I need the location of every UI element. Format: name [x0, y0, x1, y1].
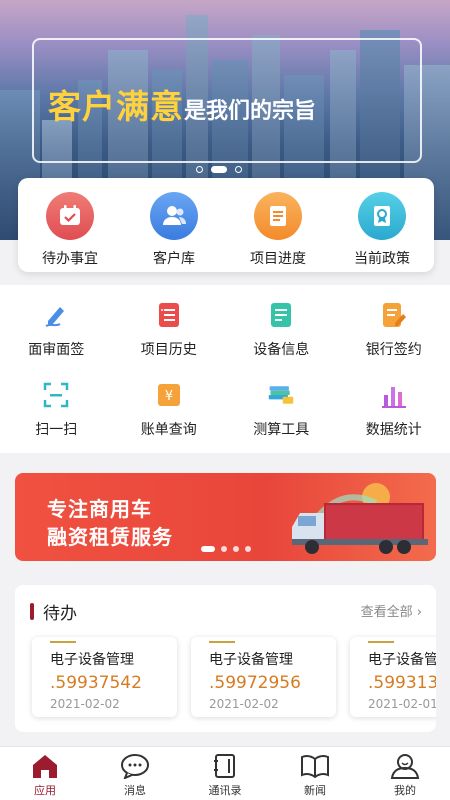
- carousel-dot-active[interactable]: [211, 166, 227, 173]
- tab-label: 新闻: [304, 784, 326, 797]
- todo-card[interactable]: 电子设备管理 .59972956 2021-02-02: [191, 637, 336, 717]
- todo-card-number: .599313: [368, 673, 436, 693]
- chevron-right-icon: ›: [416, 605, 422, 620]
- slogan-highlight: 客户满意: [48, 87, 184, 126]
- todo-card-number: .59937542: [50, 673, 142, 693]
- grid-item-label: 面审面签: [28, 342, 85, 358]
- bottom-tab-bar: 应用 消息 通讯录 新闻 我的: [0, 746, 450, 800]
- calendar-check-icon: [46, 192, 94, 240]
- grid-item-label: 测算工具: [253, 422, 310, 438]
- tab-profile[interactable]: 我的: [360, 747, 450, 800]
- quick-item-customers[interactable]: 客户库: [122, 178, 226, 272]
- promo-banner[interactable]: 专注商用车 融资租赁服务: [15, 473, 436, 561]
- grid-item-label: 账单查询: [140, 422, 197, 438]
- todo-card-name: 电子设备管理: [50, 652, 134, 668]
- history-list-icon: [155, 301, 183, 329]
- promo-carousel-dots[interactable]: [201, 546, 251, 552]
- carousel-dot[interactable]: [235, 166, 242, 173]
- carousel-dot[interactable]: [196, 166, 203, 173]
- grid-item-project-history[interactable]: 项目历史: [113, 285, 226, 365]
- view-all-label: 查看全部: [360, 605, 413, 620]
- quick-item-label: 待办事宜: [42, 251, 98, 267]
- quick-item-label: 项目进度: [250, 251, 306, 267]
- news-book-icon: [301, 754, 329, 779]
- quick-item-label: 当前政策: [354, 251, 410, 267]
- bill-query-icon: ¥: [155, 381, 183, 409]
- section-accent-bar: [30, 603, 34, 620]
- view-all-link[interactable]: 查看全部 ›: [361, 601, 422, 620]
- grid-item-label: 银行签约: [365, 342, 422, 358]
- feature-grid: 面审面签 项目历史 设备信息 银行签约 扫一扫 ¥ 账单查询 测算工具 数据统计: [0, 285, 450, 453]
- contacts-book-icon: [214, 754, 235, 778]
- todo-card-name: 电子设备管理: [209, 652, 293, 668]
- todo-card[interactable]: 电子设备管理 .599313 2021-02-01: [350, 637, 436, 717]
- tab-messages[interactable]: 消息: [90, 747, 180, 800]
- document-list-icon: [254, 192, 302, 240]
- promo-line-2: 融资租赁服务: [47, 525, 173, 549]
- tab-label: 通讯录: [208, 784, 242, 797]
- grid-item-interview-sign[interactable]: 面审面签: [0, 285, 113, 365]
- tab-label: 我的: [394, 784, 416, 797]
- tab-news[interactable]: 新闻: [270, 747, 360, 800]
- promo-line-1: 专注商用车: [47, 497, 152, 521]
- grid-item-device-info[interactable]: 设备信息: [225, 285, 338, 365]
- card-accent: [368, 641, 394, 643]
- todo-section: 待办 查看全部 › 电子设备管理 .59937542 2021-02-02 电子…: [15, 585, 436, 732]
- todo-title: 待办: [43, 604, 77, 624]
- calculator-books-icon: [267, 381, 295, 409]
- quick-item-progress[interactable]: 项目进度: [226, 178, 330, 272]
- quick-item-todo[interactable]: 待办事宜: [18, 178, 122, 272]
- tab-contacts[interactable]: 通讯录: [180, 747, 270, 800]
- todo-card-date: 2021-02-02: [50, 697, 120, 711]
- grid-item-calc-tools[interactable]: 测算工具: [225, 365, 338, 445]
- card-accent: [209, 641, 235, 643]
- pen-sign-icon: [42, 301, 70, 329]
- hero-carousel-dots[interactable]: [196, 166, 242, 173]
- grid-item-label: 设备信息: [253, 342, 310, 358]
- bank-sign-icon: [380, 301, 408, 329]
- users-icon: [150, 192, 198, 240]
- grid-item-bank-sign[interactable]: 银行签约: [338, 285, 450, 365]
- todo-card-date: 2021-02-02: [209, 697, 279, 711]
- tab-label: 应用: [34, 784, 56, 797]
- scan-icon: [42, 381, 70, 409]
- grid-item-scan[interactable]: 扫一扫: [0, 365, 113, 445]
- chat-icon: [121, 754, 149, 779]
- profile-icon: [390, 754, 420, 779]
- todo-card-number: .59972956: [209, 673, 301, 693]
- todo-card-name: 电子设备管理: [368, 652, 436, 668]
- hero-slogan: 客户满意是我们的宗旨: [48, 80, 316, 128]
- card-accent: [50, 641, 76, 643]
- todo-cards: 电子设备管理 .59937542 2021-02-02 电子设备管理 .5997…: [32, 637, 436, 717]
- tab-apps[interactable]: 应用: [0, 747, 90, 800]
- carousel-dot[interactable]: [245, 546, 251, 552]
- quick-item-label: 客户库: [153, 251, 195, 267]
- certificate-icon: [358, 192, 406, 240]
- carousel-dot[interactable]: [221, 546, 227, 552]
- carousel-dot[interactable]: [233, 546, 239, 552]
- device-doc-icon: [267, 301, 295, 329]
- quick-item-policy[interactable]: 当前政策: [330, 178, 434, 272]
- grid-item-label: 项目历史: [140, 342, 197, 358]
- todo-card-date: 2021-02-01: [368, 697, 436, 711]
- svg-text:¥: ¥: [165, 389, 173, 404]
- quick-actions-card: 待办事宜 客户库 项目进度 当前政策: [18, 178, 434, 272]
- grid-item-label: 数据统计: [365, 422, 422, 438]
- grid-item-bill-query[interactable]: ¥ 账单查询: [113, 365, 226, 445]
- slogan-text: 是我们的宗旨: [184, 99, 317, 124]
- grid-item-label: 扫一扫: [35, 422, 78, 438]
- todo-card[interactable]: 电子设备管理 .59937542 2021-02-02: [32, 637, 177, 717]
- bar-stats-icon: [380, 381, 408, 409]
- home-icon: [33, 755, 57, 778]
- grid-item-data-stats[interactable]: 数据统计: [338, 365, 450, 445]
- truck-illustration: [292, 483, 428, 554]
- tab-label: 消息: [124, 784, 146, 797]
- carousel-dot-active[interactable]: [201, 546, 215, 552]
